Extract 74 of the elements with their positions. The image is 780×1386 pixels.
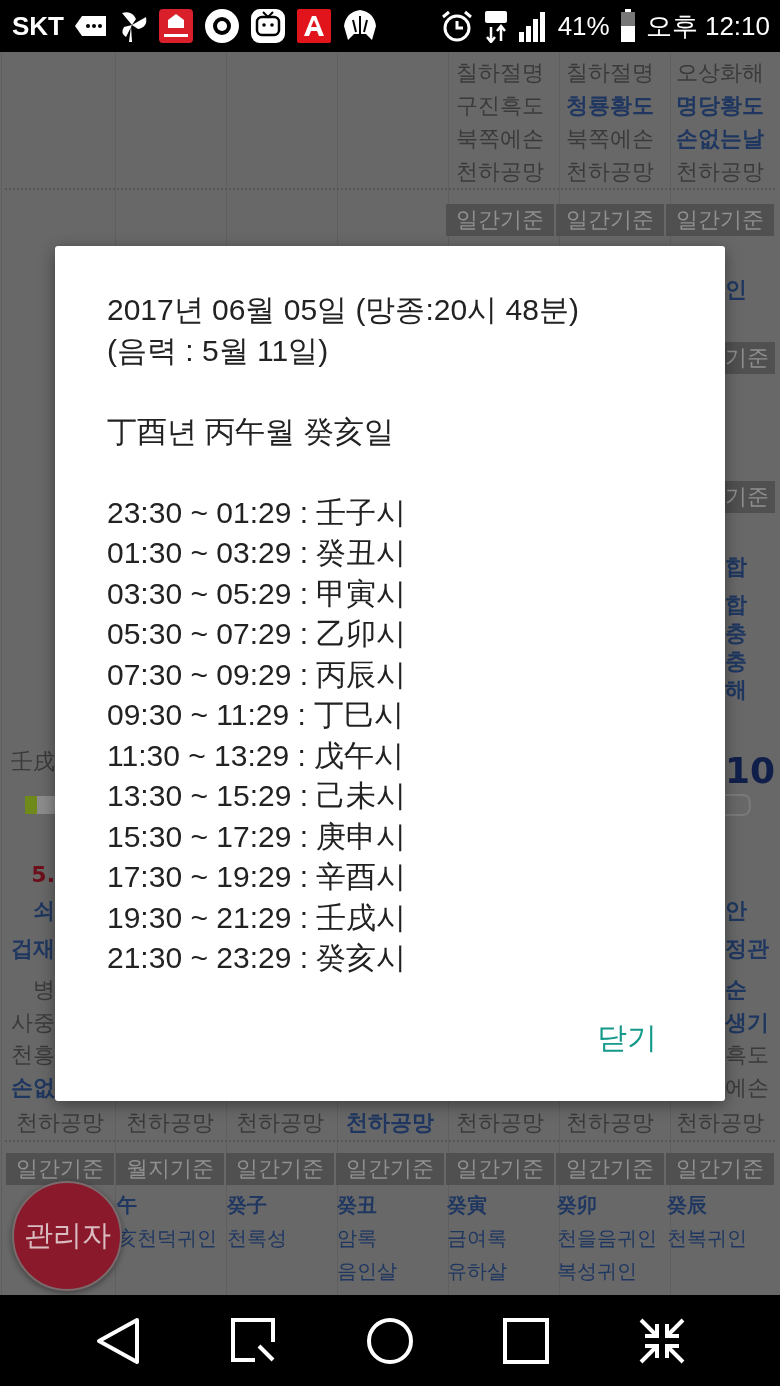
close-button[interactable]: 닫기 <box>597 1014 657 1063</box>
table-cell-text: 손없 <box>10 1074 56 1102</box>
tv-icon <box>250 8 286 44</box>
gauge-drawing <box>25 794 57 816</box>
ring-icon <box>204 8 240 44</box>
table-cell-text: 인 <box>724 276 748 304</box>
table-cell-text: 癸卯 <box>556 1192 598 1219</box>
table-cell-text: 순 <box>724 976 748 1004</box>
table-cell-text: 5. <box>30 861 56 889</box>
hour-row-text: 05:30 ~ 07:29 : 乙卯시 <box>107 616 408 652</box>
home-icon[interactable] <box>365 1315 415 1366</box>
hour-row-text: 19:30 ~ 21:29 : 壬戌시 <box>107 899 408 936</box>
table-cell-text: 손없는날 <box>675 125 765 153</box>
table-cell-text: 충 <box>724 648 748 676</box>
alarm-icon <box>439 9 474 43</box>
column-header: 일간기준 <box>446 1153 554 1185</box>
table-cell-text: 천을음귀인 <box>556 1225 658 1252</box>
table-cell-text: 癸辰 <box>666 1192 708 1219</box>
column-header: 일간기준 <box>666 1153 774 1185</box>
hour-row-text: 21:30 ~ 23:29 : 癸亥시 <box>107 940 408 976</box>
hour-row-text: 23:30 ~ 01:29 : 壬子시 <box>107 494 408 531</box>
column-header: 기준 <box>723 342 775 374</box>
hour-row-text: 03:30 ~ 05:29 : 甲寅시 <box>107 575 408 612</box>
table-cell-text: 10 <box>724 751 775 791</box>
table-cell-text: 천록성 <box>226 1225 288 1252</box>
table-cell-text: 유하살 <box>446 1258 508 1285</box>
table-cell-text: 쇠 <box>32 897 56 925</box>
hour-row-text: 15:30 ~ 17:29 : 庚申시 <box>107 818 408 855</box>
hour-row-text: 17:30 ~ 19:29 : 辛酉시 <box>107 859 408 895</box>
table-cell-text: 생기 <box>724 1009 770 1037</box>
table-cell-text: 합 <box>724 591 748 619</box>
table-cell-text: 청룡황도 <box>565 92 655 120</box>
carrier-label: SKT <box>12 10 64 42</box>
hour-row-text: 11:30 ~ 13:29 : 戊午시 <box>107 737 406 774</box>
battery-icon <box>619 9 636 43</box>
table-cell-text: 겁재 <box>10 935 56 963</box>
signal-icon <box>517 10 548 42</box>
gauge-drawing <box>723 794 751 816</box>
table-cell-text: 명당황도 <box>675 92 765 120</box>
table-cell-text: 충 <box>724 620 748 648</box>
column-header: 일간기준 <box>336 1153 444 1185</box>
shop-app-icon <box>158 8 194 44</box>
hour-row-text: 13:30 ~ 15:29 : 己未시 <box>107 778 408 814</box>
column-header: 일간기준 <box>226 1153 334 1185</box>
table-cell-text: 해 <box>724 676 748 704</box>
table-cell-text: 천복귀인 <box>666 1225 748 1252</box>
table-cell-text: 복성귀인 <box>556 1258 638 1285</box>
table-cell-text: 금여록 <box>446 1225 508 1252</box>
table-cell-text: 합 <box>724 553 748 581</box>
table-cell-text: 정관 <box>724 935 770 963</box>
table-cell-text: 癸丑 <box>336 1192 378 1219</box>
column-header: 월지기준 <box>116 1153 224 1185</box>
hour-row-text: 07:30 ~ 09:29 : 丙辰시 <box>107 656 408 693</box>
overview-icon[interactable] <box>501 1315 551 1366</box>
hour-row-text: 01:30 ~ 03:29 : 癸丑시 <box>107 535 408 571</box>
column-header: 일간기준 <box>446 204 554 236</box>
hour-row-text: 09:30 ~ 11:29 : 丁巳시 <box>107 697 406 733</box>
table-cell-text: 안 <box>724 897 748 925</box>
table-cell-text: 음인살 <box>336 1258 398 1285</box>
letter-app-icon <box>296 8 332 44</box>
column-header: 기준 <box>723 481 775 513</box>
table-cell-text: 癸子 <box>226 1192 268 1219</box>
column-header: 일간기준 <box>556 204 664 236</box>
column-header: 일간기준 <box>6 1153 114 1185</box>
lunar-date-text: (음력 : 5월 11일) <box>107 332 330 369</box>
ganji-text: 丁酉년 丙午월 癸亥일 <box>107 413 395 450</box>
clock-time: 오후 12:10 <box>645 9 770 43</box>
table-cell-text: 암록 <box>336 1225 378 1252</box>
table-cell-text: 천하공망 <box>345 1108 435 1137</box>
battery-percent: 41% <box>557 10 610 42</box>
column-header: 일간기준 <box>556 1153 664 1185</box>
date-text: 2017년 06월 05일 (망종:20시 48분) <box>107 292 580 328</box>
column-header: 일간기준 <box>666 204 774 236</box>
table-cell-text: 癸寅 <box>446 1192 488 1219</box>
